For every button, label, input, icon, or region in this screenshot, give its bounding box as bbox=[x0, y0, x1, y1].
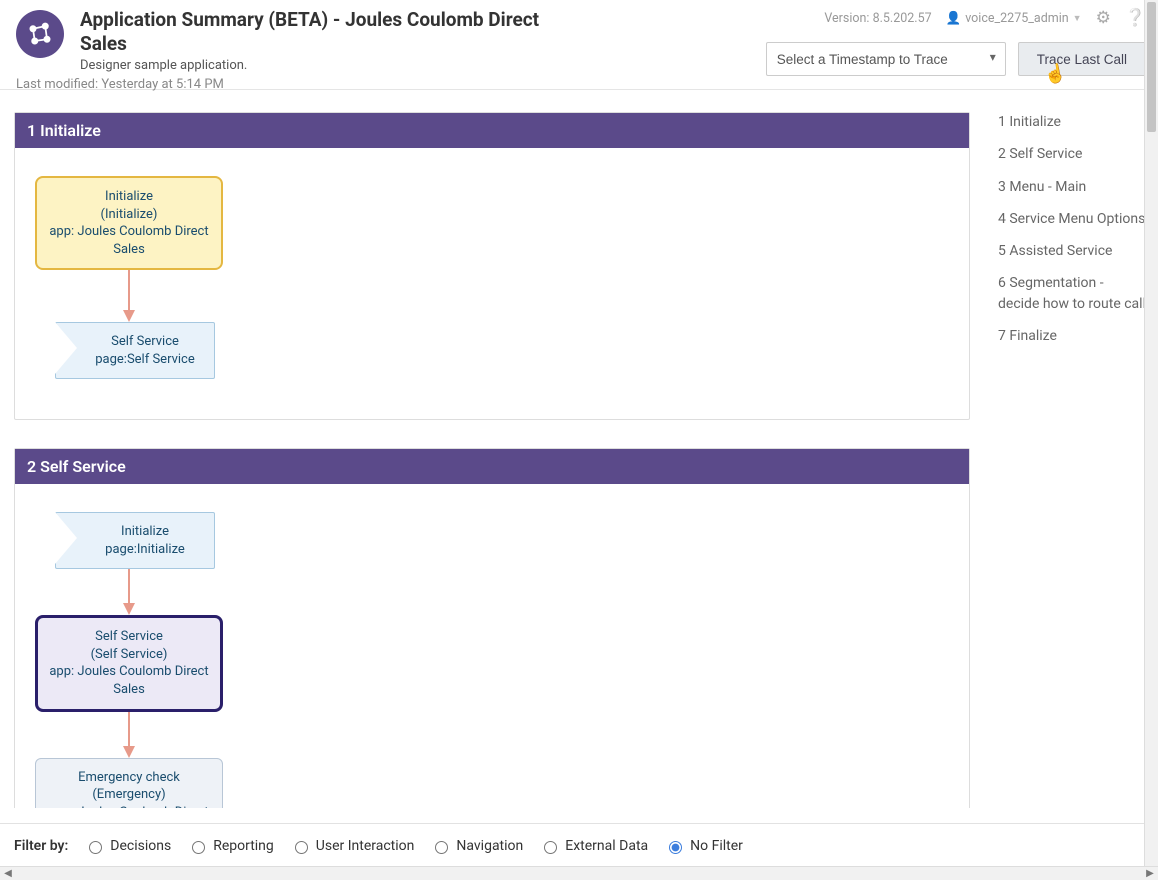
filter-option-label: No Filter bbox=[690, 838, 743, 854]
filter-decisions[interactable]: Decisions bbox=[84, 838, 171, 854]
node-line: app: Joules Coulomb Direct Sales bbox=[44, 663, 214, 698]
filter-reporting[interactable]: Reporting bbox=[187, 838, 274, 854]
nav-item-self-service[interactable]: 2 Self Service bbox=[998, 144, 1146, 164]
nav-item-assisted-service[interactable]: 5 Assisted Service bbox=[998, 241, 1146, 261]
node-line: Self Service bbox=[44, 628, 214, 646]
timestamp-select-wrap[interactable]: Select a Timestamp to Trace bbox=[766, 42, 1006, 76]
node-line: page:Initialize bbox=[82, 541, 208, 559]
filter-option-label: Navigation bbox=[456, 838, 523, 854]
user-menu[interactable]: 👤 voice_2275_admin ▼ bbox=[946, 11, 1082, 26]
filter-label: Filter by: bbox=[14, 838, 68, 854]
gear-icon[interactable]: ⚙ bbox=[1096, 8, 1111, 28]
node-line: Initialize bbox=[43, 188, 215, 206]
page-title: Application Summary (BETA) - Joules Coul… bbox=[80, 8, 560, 56]
flow-arrow-icon bbox=[35, 712, 223, 758]
nav-item-menu-main[interactable]: 3 Menu - Main bbox=[998, 177, 1146, 197]
page-subtitle: Designer sample application. bbox=[80, 58, 750, 73]
filter-bar: Filter by: Decisions Reporting User Inte… bbox=[0, 823, 1144, 866]
help-icon[interactable]: ❔ bbox=[1125, 8, 1146, 28]
vertical-scrollbar[interactable] bbox=[1144, 0, 1158, 866]
horizontal-scrollbar[interactable]: ◀ ▶ bbox=[0, 866, 1158, 880]
nav-item-service-menu-options[interactable]: 4 Service Menu Options bbox=[998, 209, 1146, 229]
node-line: app: Joules Coulomb Direct Sales bbox=[43, 223, 215, 258]
node-line: app: Joules Coulomb Direct Sales bbox=[42, 804, 216, 808]
section-self-service: 2 Self Service Initialize page:Initializ… bbox=[14, 448, 970, 808]
node-line: (Initialize) bbox=[43, 206, 215, 224]
node-emergency-check[interactable]: Emergency check (Emergency) app: Joules … bbox=[35, 758, 223, 808]
node-line: Emergency check bbox=[42, 769, 216, 787]
node-line: (Self Service) bbox=[44, 646, 214, 664]
version-label: Version: 8.5.202.57 bbox=[824, 11, 931, 26]
app-logo-icon bbox=[16, 10, 64, 58]
node-line: Self Service bbox=[82, 333, 208, 351]
filter-option-label: Reporting bbox=[213, 838, 274, 854]
node-self-service-page[interactable]: Self Service page:Self Service bbox=[55, 322, 215, 379]
filter-option-label: External Data bbox=[565, 838, 648, 854]
section-header: 1 Initialize bbox=[15, 113, 969, 148]
user-icon: 👤 bbox=[946, 11, 962, 26]
node-initialize-page[interactable]: Initialize page:Initialize bbox=[55, 512, 215, 569]
flow-arrow-icon bbox=[35, 569, 223, 615]
trace-last-call-button[interactable]: Trace Last Call bbox=[1018, 42, 1146, 76]
user-name: voice_2275_admin bbox=[965, 11, 1068, 26]
filter-no-filter[interactable]: No Filter bbox=[664, 838, 743, 854]
scroll-left-icon[interactable]: ◀ bbox=[2, 869, 14, 879]
app-header: Application Summary (BETA) - Joules Coul… bbox=[0, 0, 1158, 90]
nav-item-initialize[interactable]: 1 Initialize bbox=[998, 112, 1146, 132]
section-header: 2 Self Service bbox=[15, 449, 969, 484]
chevron-down-icon: ▼ bbox=[1073, 13, 1082, 24]
section-initialize: 1 Initialize Initialize (Initialize) app… bbox=[14, 112, 970, 420]
nav-item-finalize[interactable]: 7 Finalize bbox=[998, 326, 1146, 346]
filter-user-interaction[interactable]: User Interaction bbox=[290, 838, 415, 854]
timestamp-select[interactable]: Select a Timestamp to Trace bbox=[766, 42, 1006, 76]
filter-option-label: User Interaction bbox=[316, 838, 415, 854]
scroll-right-icon[interactable]: ▶ bbox=[1144, 869, 1156, 879]
node-initialize-start[interactable]: Initialize (Initialize) app: Joules Coul… bbox=[35, 176, 223, 270]
flow-arrow-icon bbox=[35, 270, 223, 322]
filter-option-label: Decisions bbox=[110, 838, 171, 854]
filter-navigation[interactable]: Navigation bbox=[430, 838, 523, 854]
node-line: page:Self Service bbox=[82, 351, 208, 369]
node-line: Initialize bbox=[82, 523, 208, 541]
canvas-column: 1 Initialize Initialize (Initialize) app… bbox=[0, 90, 986, 808]
node-self-service-focus[interactable]: Self Service (Self Service) app: Joules … bbox=[35, 615, 223, 711]
section-nav: 1 Initialize 2 Self Service 3 Menu - Mai… bbox=[986, 90, 1158, 808]
node-line: (Emergency) bbox=[42, 786, 216, 804]
filter-external-data[interactable]: External Data bbox=[539, 838, 648, 854]
nav-item-segmentation[interactable]: 6 Segmentation - decide how to route cal… bbox=[998, 273, 1146, 314]
